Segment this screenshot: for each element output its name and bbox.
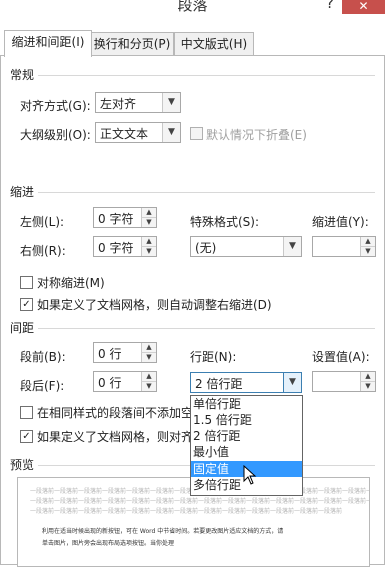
right-indent-value: 0 字符 <box>98 241 134 255</box>
spacing-at-spinner[interactable]: ▲ ▼ <box>312 371 376 392</box>
special-indent-select[interactable]: (无) ▼ <box>190 236 302 257</box>
line-spacing-option[interactable]: 2 倍行距 <box>191 428 302 444</box>
help-icon[interactable]: ? <box>326 0 334 12</box>
section-general: 常规 <box>10 68 35 82</box>
spin-down-icon[interactable]: ▼ <box>141 218 156 227</box>
section-preview: 预览 <box>10 458 35 472</box>
indent-by-spinner[interactable]: ▲ ▼ <box>312 236 376 257</box>
alignment-label: 对齐方式(G): <box>20 99 91 113</box>
special-indent-value: (无) <box>195 241 217 255</box>
spin-up-icon[interactable]: ▲ <box>360 237 375 247</box>
special-indent-label: 特殊格式(S): <box>190 215 260 229</box>
spin-up-icon[interactable]: ▲ <box>141 208 156 218</box>
close-button[interactable]: ✕ <box>342 0 385 14</box>
alignment-value: 左对齐 <box>100 97 137 111</box>
mouse-pointer-icon <box>243 465 257 485</box>
title-bar: 段落 ? ✕ <box>0 0 385 28</box>
left-indent-label: 左侧(L): <box>20 215 65 229</box>
spin-down-icon[interactable]: ▼ <box>141 247 156 256</box>
mirror-indent-checkbox[interactable] <box>20 276 33 289</box>
line-spacing-label: 行距(N): <box>190 350 237 364</box>
snap-grid-label: 如果定义了文档网格，则对齐到 <box>37 430 206 444</box>
space-after-label: 段后(F): <box>20 379 65 393</box>
spin-down-icon[interactable]: ▼ <box>141 382 156 391</box>
spin-up-icon[interactable]: ▲ <box>141 237 156 247</box>
left-indent-value: 0 字符 <box>98 212 134 226</box>
spin-down-icon[interactable]: ▼ <box>141 353 156 362</box>
line-spacing-select[interactable]: 2 倍行距 ▼ <box>190 372 302 393</box>
spin-up-icon[interactable]: ▲ <box>141 343 156 353</box>
tab-asian-typography[interactable]: 中文版式(H) <box>174 32 254 55</box>
chevron-down-icon[interactable]: ▼ <box>162 93 180 112</box>
line-spacing-option[interactable]: 最小值 <box>191 444 302 460</box>
chevron-down-icon[interactable]: ▼ <box>162 123 180 142</box>
alignment-select[interactable]: 左对齐 ▼ <box>95 92 181 113</box>
right-indent-label: 右侧(R): <box>20 244 66 258</box>
spin-down-icon[interactable]: ▼ <box>360 382 375 391</box>
preview-prev-line: 一段落前一段落前一段落前一段落前一段落前一段落前一段落前一段落前一段落前一段落前… <box>30 508 343 515</box>
space-before-label: 段前(B): <box>20 350 66 364</box>
preview-sample-line: 利用在适当时候出现的新按钮，可在 Word 中节省时间。若要更改图片适应文档的方… <box>42 528 284 535</box>
section-indent: 缩进 <box>10 185 35 199</box>
auto-adjust-checkbox[interactable]: ✓ <box>20 298 33 311</box>
right-indent-spinner[interactable]: 0 字符 ▲ ▼ <box>93 236 157 257</box>
divider <box>38 75 375 76</box>
spin-down-icon[interactable]: ▼ <box>360 247 375 256</box>
spacing-at-label: 设置值(A): <box>312 350 370 364</box>
no-space-checkbox[interactable] <box>20 406 33 419</box>
collapse-label: 默认情况下折叠(E) <box>206 128 307 142</box>
outline-value: 正文文本 <box>100 127 149 141</box>
line-spacing-option[interactable]: 1.5 倍行距 <box>191 412 302 428</box>
no-space-label: 在相同样式的段落间不添加空格 <box>37 406 206 420</box>
line-spacing-value: 2 倍行距 <box>195 377 243 391</box>
preview-prev-line: 一段落前一段落前一段落前一段落前一段落前一段落前一段落前一段落前一段落前一段落前… <box>30 498 370 505</box>
snap-grid-checkbox[interactable]: ✓ <box>20 430 33 443</box>
tab-indent-spacing[interactable]: 缩进和间距(I) <box>4 30 92 57</box>
spin-up-icon[interactable]: ▲ <box>141 372 156 382</box>
chevron-down-icon[interactable]: ▼ <box>283 237 301 256</box>
line-spacing-option[interactable]: 单倍行距 <box>191 396 302 412</box>
preview-sample-line: 单击图片，图片旁会出现布局选项按钮。当你处理 <box>42 540 175 547</box>
space-after-spinner[interactable]: 0 行 ▲ ▼ <box>93 371 157 392</box>
space-before-spinner[interactable]: 0 行 ▲ ▼ <box>93 342 157 363</box>
collapse-checkbox[interactable] <box>190 127 203 140</box>
divider <box>38 328 375 329</box>
divider <box>38 192 375 193</box>
auto-adjust-label: 如果定义了文档网格，则自动调整右缩进(D) <box>37 298 272 312</box>
chevron-down-icon[interactable]: ▼ <box>283 373 301 392</box>
left-indent-spinner[interactable]: 0 字符 ▲ ▼ <box>93 207 157 228</box>
outline-label: 大纲级别(O): <box>20 128 91 142</box>
tab-strip: 缩进和间距(I) 换行和分页(P) 中文版式(H) <box>0 30 385 57</box>
space-before-value: 0 行 <box>98 347 122 361</box>
section-spacing: 间距 <box>10 321 35 335</box>
tab-line-page-breaks[interactable]: 换行和分页(P) <box>90 32 174 55</box>
outline-select[interactable]: 正文文本 ▼ <box>95 122 181 143</box>
mirror-indent-label: 对称缩进(M) <box>37 276 105 290</box>
spin-up-icon[interactable]: ▲ <box>360 372 375 382</box>
space-after-value: 0 行 <box>98 376 122 390</box>
indent-by-label: 缩进值(Y): <box>312 215 369 229</box>
